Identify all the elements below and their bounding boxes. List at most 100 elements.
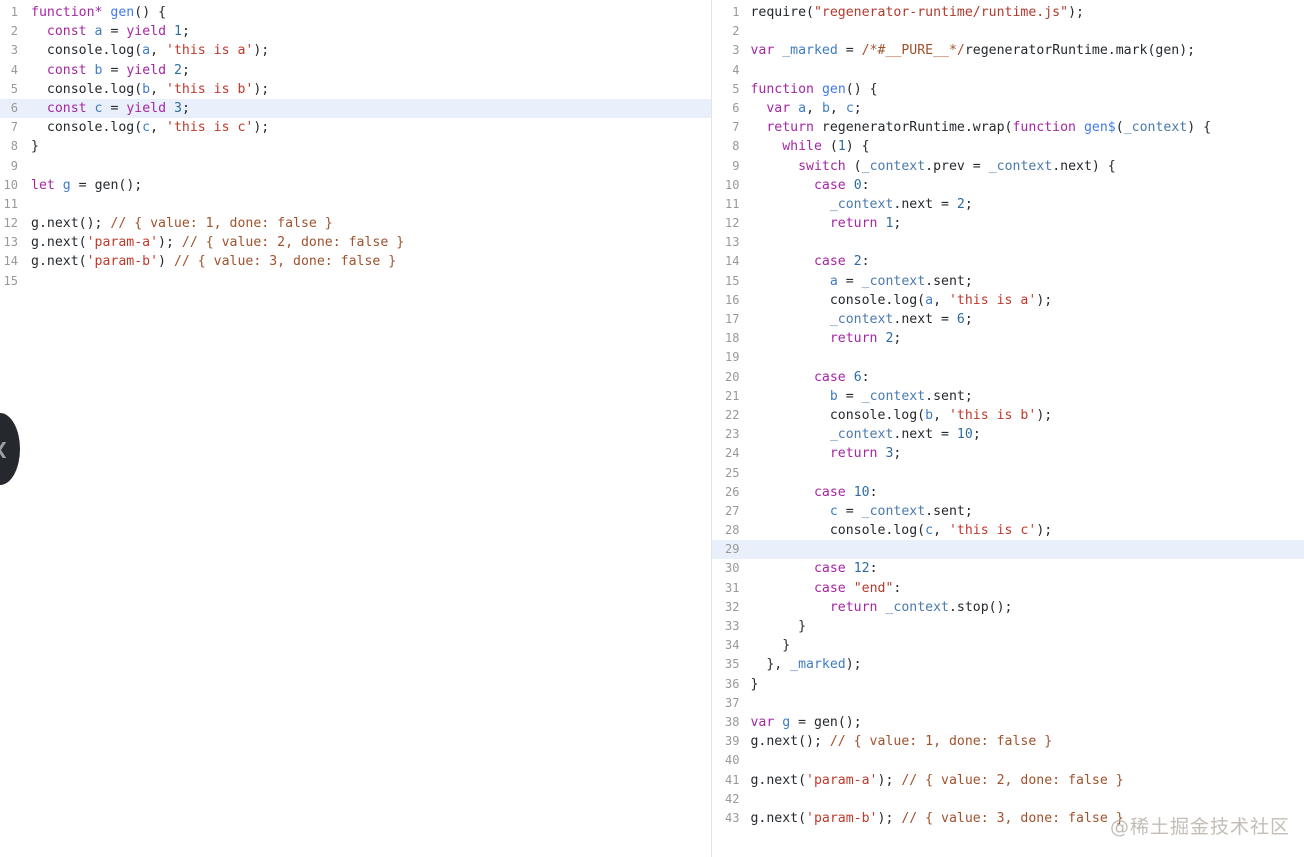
code-line[interactable]: 13 (712, 233, 1304, 252)
line-content[interactable]: const c = yield 3; (27, 99, 711, 118)
line-content[interactable]: b = _context.sent; (748, 387, 1304, 406)
code-line[interactable]: 41 g.next('param-a'); // { value: 2, done… (712, 771, 1304, 790)
source-code-pane[interactable]: 1 function* gen() {2 const a = yield 1; 3 … (0, 0, 712, 857)
code-line[interactable]: 36} (712, 675, 1304, 694)
line-content[interactable]: console.log(b, 'this is b'); (748, 406, 1304, 425)
code-line[interactable]: 42 (712, 790, 1304, 809)
code-line[interactable]: 2 (712, 22, 1304, 41)
code-line[interactable]: 6 var a, b, c; (712, 99, 1304, 118)
code-line[interactable]: 9 (0, 157, 711, 176)
code-line[interactable]: 2 const a = yield 1; (0, 22, 711, 41)
code-line[interactable]: 19 (712, 348, 1304, 367)
line-content[interactable]: const b = yield 2; (27, 61, 711, 80)
line-content[interactable]: } (748, 617, 1304, 636)
code-line[interactable]: 35 }, _marked); (712, 655, 1304, 674)
code-line[interactable]: 26 case 10: (712, 483, 1304, 502)
line-content[interactable]: return 2; (748, 329, 1304, 348)
line-content[interactable]: _context.next = 6; (748, 310, 1304, 329)
code-line[interactable]: 4 (712, 61, 1304, 80)
line-content[interactable]: _context.next = 2; (748, 195, 1304, 214)
line-content[interactable]: c = _context.sent; (748, 502, 1304, 521)
code-line[interactable]: 1 function* gen() { (0, 3, 711, 22)
code-line[interactable]: 17 _context.next = 6; (712, 310, 1304, 329)
line-content[interactable]: console.log(c, 'this is c'); (27, 118, 711, 137)
code-line[interactable]: 37 (712, 694, 1304, 713)
line-content[interactable]: var _marked = /*#__PURE__*/regeneratorRu… (748, 41, 1304, 60)
line-content[interactable]: function gen() { (748, 80, 1304, 99)
code-line[interactable]: 25 (712, 464, 1304, 483)
code-line[interactable]: 31 case "end": (712, 579, 1304, 598)
line-content[interactable]: const a = yield 1; (27, 22, 711, 41)
code-line[interactable]: 11 (0, 195, 711, 214)
code-line[interactable]: 29 (712, 540, 1304, 560)
code-line[interactable]: 8 while (1) { (712, 137, 1304, 156)
code-line[interactable]: 20 case 6: (712, 368, 1304, 387)
line-content[interactable]: var g = gen(); (748, 713, 1304, 732)
line-content[interactable]: return regeneratorRuntime.wrap(function … (748, 118, 1304, 137)
line-content[interactable]: let g = gen(); (27, 176, 711, 195)
line-content[interactable]: g.next(); // { value: 1, done: false } (27, 214, 711, 233)
code-line[interactable]: 12 g.next(); // { value: 1, done: false } (0, 214, 711, 233)
line-content[interactable]: var a, b, c; (748, 99, 1304, 118)
line-content[interactable]: console.log(a, 'this is a'); (748, 291, 1304, 310)
line-content[interactable]: a = _context.sent; (748, 272, 1304, 291)
code-line[interactable]: 21 b = _context.sent; (712, 387, 1304, 406)
code-line[interactable]: 10 let g = gen(); (0, 176, 711, 195)
code-line[interactable]: 23 _context.next = 10; (712, 425, 1304, 444)
code-line[interactable]: 24 return 3; (712, 444, 1304, 463)
code-line[interactable]: 34 } (712, 636, 1304, 655)
line-content[interactable]: case "end": (748, 579, 1304, 598)
code-line[interactable]: 11 _context.next = 2; (712, 195, 1304, 214)
line-content[interactable]: g.next('param-a'); // { value: 2, done: … (27, 233, 711, 252)
line-content[interactable]: console.log(a, 'this is a'); (27, 41, 711, 60)
line-content[interactable]: switch (_context.prev = _context.next) { (748, 157, 1304, 176)
code-line[interactable]: 14 case 2: (712, 252, 1304, 271)
compiled-output-pane[interactable]: 1 require("regenerator-runtime/runtime.js… (711, 0, 1304, 857)
code-line[interactable]: 5 console.log(b, 'this is b'); (0, 80, 711, 99)
code-line[interactable]: 7 console.log(c, 'this is c'); (0, 118, 711, 137)
line-content[interactable]: }, _marked); (748, 655, 1304, 674)
line-content[interactable]: } (748, 636, 1304, 655)
code-line[interactable]: 14 g.next('param-b') // { value: 3, done:… (0, 252, 711, 271)
code-line[interactable]: 18 return 2; (712, 329, 1304, 348)
code-line[interactable]: 22 console.log(b, 'this is b'); (712, 406, 1304, 425)
code-line[interactable]: 4 const b = yield 2; (0, 61, 711, 80)
code-line[interactable]: 10 case 0: (712, 176, 1304, 195)
line-content[interactable]: } (27, 137, 711, 156)
line-content[interactable]: return _context.stop(); (748, 598, 1304, 617)
line-content[interactable]: require("regenerator-runtime/runtime.js"… (748, 3, 1304, 22)
code-line[interactable]: 12 return 1; (712, 214, 1304, 233)
code-line[interactable]: 3 var _marked = /*#__PURE__*/regeneratorR… (712, 41, 1304, 60)
code-line[interactable]: 5 function gen() { (712, 80, 1304, 99)
code-line[interactable]: 40 (712, 751, 1304, 770)
code-line[interactable]: 33 } (712, 617, 1304, 636)
code-line[interactable]: 27 c = _context.sent; (712, 502, 1304, 521)
code-line[interactable]: 15 (0, 272, 711, 291)
line-content[interactable]: g.next(); // { value: 1, done: false } (748, 732, 1304, 751)
line-content[interactable]: function* gen() { (27, 3, 711, 22)
code-line[interactable]: 39 g.next(); // { value: 1, done: false } (712, 732, 1304, 751)
line-content[interactable]: _context.next = 10; (748, 425, 1304, 444)
code-line[interactable]: 30 case 12: (712, 559, 1304, 578)
line-content[interactable]: g.next('param-b') // { value: 3, done: f… (27, 252, 711, 271)
line-content[interactable]: case 10: (748, 483, 1304, 502)
code-line[interactable]: 28 console.log(c, 'this is c'); (712, 521, 1304, 540)
code-line[interactable]: 9 switch (_context.prev = _context.next)… (712, 157, 1304, 176)
line-content[interactable]: case 0: (748, 176, 1304, 195)
line-content[interactable]: console.log(c, 'this is c'); (748, 521, 1304, 540)
line-content[interactable]: } (748, 675, 1304, 694)
line-content[interactable]: console.log(b, 'this is b'); (27, 80, 711, 99)
code-line[interactable]: 38 var g = gen(); (712, 713, 1304, 732)
line-content[interactable]: g.next('param-a'); // { value: 2, done: … (748, 771, 1304, 790)
code-line[interactable]: 6 const c = yield 3; (0, 98, 712, 119)
code-line[interactable]: 13 g.next('param-a'); // { value: 2, done… (0, 233, 711, 252)
compiled-output-lines[interactable]: 1 require("regenerator-runtime/runtime.js… (712, 0, 1304, 857)
code-line[interactable]: 8} (0, 137, 711, 156)
line-content[interactable]: case 2: (748, 252, 1304, 271)
code-line[interactable]: 7 return regeneratorRuntime.wrap(functio… (712, 118, 1304, 137)
line-content[interactable]: return 1; (748, 214, 1304, 233)
line-content[interactable]: while (1) { (748, 137, 1304, 156)
code-line[interactable]: 1 require("regenerator-runtime/runtime.js… (712, 3, 1304, 22)
code-line[interactable]: 15 a = _context.sent; (712, 272, 1304, 291)
code-line[interactable]: 32 return _context.stop(); (712, 598, 1304, 617)
